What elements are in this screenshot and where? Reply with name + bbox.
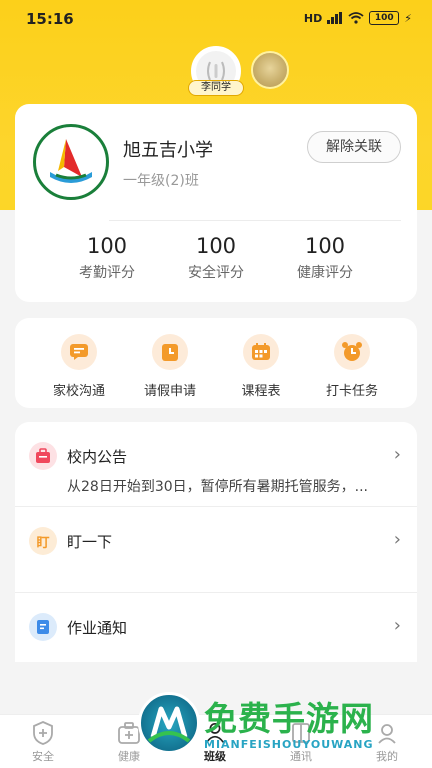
list-item-homework[interactable]: 作业通知 ›: [15, 593, 417, 662]
action-leave-request[interactable]: 请假申请: [130, 334, 210, 399]
score-label: 健康评分: [297, 265, 353, 281]
action-home-school-chat[interactable]: 家校沟通: [39, 334, 119, 399]
tab-safety[interactable]: 安全: [13, 721, 73, 764]
status-time: 15:16: [26, 10, 74, 28]
action-label: 打卡任务: [325, 384, 378, 399]
score-health: 100 健康评分: [280, 234, 370, 282]
school-card: 旭五吉小学 一年级(2)班 解除关联 100 考勤评分 100 安全评分 100…: [15, 104, 417, 302]
watermark-title: 免费手游网: [204, 699, 374, 738]
notebook-icon: [29, 613, 57, 641]
school-class: 一年级(2)班: [123, 173, 199, 189]
wifi-icon: [348, 12, 364, 24]
chat-icon: [61, 334, 97, 370]
action-checkin-task[interactable]: 打卡任务: [312, 334, 392, 399]
info-list: 校内公告 从28日开始到30日，暂停所有暑期托管服务，... › 盯 盯一下 ›…: [15, 422, 417, 662]
ding-icon-text: 盯: [36, 535, 50, 551]
list-item-notice[interactable]: 校内公告 从28日开始到30日，暂停所有暑期托管服务，... ›: [15, 422, 417, 506]
school-logo: [33, 124, 109, 200]
alarm-clock-icon: [334, 334, 370, 370]
homework-title: 作业通知: [67, 619, 128, 637]
tab-label: 安全: [32, 750, 54, 763]
list-item-ding[interactable]: 盯 盯一下 ›: [15, 507, 417, 591]
chevron-right-icon: ›: [393, 529, 401, 550]
battery-icon: 100: [369, 11, 400, 25]
status-icons: HD 100 ⚡: [304, 11, 412, 25]
bag-icon: [29, 442, 57, 470]
watermark-logo: [138, 692, 200, 754]
action-timetable[interactable]: 课程表: [221, 334, 301, 399]
score-label: 安全评分: [188, 265, 244, 281]
charging-icon: ⚡: [404, 11, 412, 25]
student-name-tag: 李同学: [188, 80, 244, 96]
quick-actions: 家校沟通 请假申请 课程表 打卡任务: [15, 318, 417, 408]
watermark-subtitle: MIANFEISHOUYOUWANG: [204, 738, 374, 751]
calendar-icon: [243, 334, 279, 370]
signal-label: HD: [303, 11, 323, 25]
status-bar: 15:16 HD 100 ⚡: [0, 0, 432, 38]
score-value: 100: [195, 234, 237, 258]
score-attendance: 100 考勤评分: [62, 234, 152, 282]
ding-icon: 盯: [29, 527, 57, 555]
score-safety: 100 安全评分: [171, 234, 261, 282]
score-value: 100: [86, 234, 128, 258]
score-label: 考勤评分: [79, 265, 135, 281]
school-name: 旭五吉小学: [123, 140, 213, 161]
action-label: 家校沟通: [52, 384, 105, 399]
chevron-right-icon: ›: [393, 444, 401, 465]
action-label: 请假申请: [143, 384, 196, 399]
card-divider: [109, 220, 401, 221]
shield-icon: [31, 721, 55, 745]
score-value: 100: [304, 234, 346, 258]
notice-subtitle: 从28日开始到30日，暂停所有暑期托管服务，...: [67, 479, 368, 495]
signal-icon: [327, 12, 343, 24]
notice-title: 校内公告: [67, 448, 128, 466]
ding-title: 盯一下: [67, 533, 113, 551]
unlink-button[interactable]: 解除关联: [307, 131, 401, 163]
leave-icon: [152, 334, 188, 370]
secondary-avatar[interactable]: [251, 51, 289, 89]
action-label: 课程表: [241, 384, 281, 399]
chevron-right-icon: ›: [393, 615, 401, 636]
user-icon: [375, 721, 399, 745]
